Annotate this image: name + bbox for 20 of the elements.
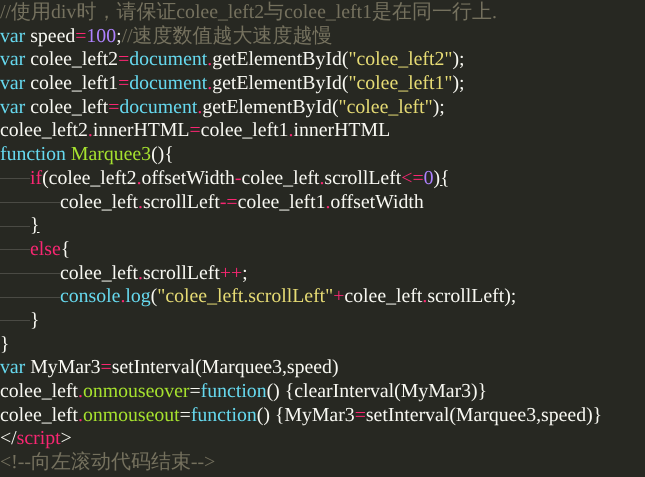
code-line: console.log("colee_left.scrollLeft"+colee_left.scrollLeft); bbox=[60, 285, 516, 309]
code-line: </script> bbox=[0, 427, 72, 451]
code-line: //使用div时，请保证colee_left2与colee_left1是在同一行上. bbox=[0, 1, 497, 25]
code-line: } bbox=[30, 308, 40, 333]
code-line: var colee_left2=document.getElementById("colee_left2"); bbox=[0, 48, 465, 72]
code-line: var colee_left1=document.getElementById("colee_left1"); bbox=[0, 72, 465, 96]
code-line: var MyMar3=setInterval(Marquee3,speed) bbox=[0, 356, 339, 380]
code-line: colee_left.scrollLeft-=colee_left1.offsetWidth bbox=[60, 190, 424, 214]
code-line: colee_left2.innerHTML=colee_left1.innerHTML bbox=[0, 119, 390, 144]
code-line: else{ bbox=[30, 238, 70, 262]
code-line: <!--向左滚动代码结束--> bbox=[0, 451, 216, 475]
code-line: } bbox=[30, 214, 40, 238]
code-line: if(colee_left2.offsetWidth-colee_left.scrollLeft<=0){ bbox=[30, 166, 450, 191]
code-line: colee_left.onmouseover=function() {clearInterval(MyMar3)} bbox=[0, 380, 488, 404]
code-line: colee_left.scrollLeft++; bbox=[60, 262, 248, 286]
code-line: var colee_left=document.getElementById("colee_left"); bbox=[0, 96, 445, 120]
code-line: var speed=100;//速度数值越大速度越慢 bbox=[0, 24, 333, 48]
code-line: function Marquee3(){ bbox=[0, 143, 174, 167]
code-line: colee_left.onmouseout=function() {MyMar3=setInterval(Marquee3,speed)} bbox=[0, 404, 602, 428]
code-line: } bbox=[0, 332, 10, 356]
